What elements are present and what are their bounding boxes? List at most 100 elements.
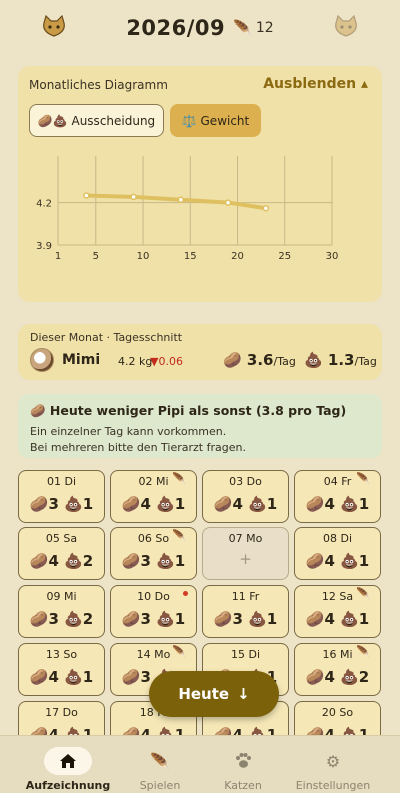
x-tick-label: 1 <box>55 251 61 262</box>
y-tick-label: 3.9 <box>36 241 52 252</box>
next-month-button[interactable] <box>330 12 362 44</box>
day-label: 15 Di <box>230 648 261 661</box>
day-cell[interactable]: 05 Sa 🥔4 💩2 <box>18 527 105 580</box>
pee-average-value: 3.6 <box>246 351 274 369</box>
day-counts: 🥔3 💩1 <box>213 610 278 628</box>
day-counts: 🥔3 💩2 <box>29 610 94 628</box>
day-counts: 🥔3 💩1 <box>29 495 94 513</box>
bottom-navigation: Aufzeichnung 🪶 Spielen Katzen ⚙ Einstell… <box>0 735 400 793</box>
day-label: 13 So <box>45 648 78 661</box>
nav-item-aufzeichnung[interactable]: Aufzeichnung <box>18 736 118 793</box>
day-cell[interactable]: 01 Di 🥔3 💩1 <box>18 470 105 523</box>
x-tick-label: 30 <box>326 251 339 262</box>
prev-month-button[interactable] <box>38 12 70 44</box>
nav-label: Katzen <box>224 779 262 792</box>
day-counts: 🥔4 💩2 <box>305 668 370 686</box>
day-cell[interactable]: 06 So 🪶 🥔3 💩1 <box>110 527 197 580</box>
gear-icon: ⚙ <box>325 751 341 771</box>
day-cell[interactable]: 11 Fr 🥔3 💩1 <box>202 585 289 638</box>
today-button[interactable]: Heute ↓ <box>149 671 279 717</box>
add-entry-icon: + <box>239 550 252 568</box>
monthly-summary-card: Dieser Monat · Tagesschnitt Mimi 4.2 kg … <box>18 324 382 380</box>
day-counts: 🥔4 💩1 <box>305 552 370 570</box>
x-tick-label: 10 <box>137 251 150 262</box>
nav-item-einstellungen[interactable]: ⚙ Einstellungen <box>283 736 383 793</box>
today-label: Heute <box>178 685 230 703</box>
day-counts: 🥔4 💩1 <box>29 668 94 686</box>
feather-icon: 🪶 <box>356 587 370 600</box>
cat-weight: 4.2 kg <box>118 355 153 368</box>
weight-series-line <box>84 193 268 211</box>
weight-delta: ▼0.06 <box>150 355 183 368</box>
pee-average-unit: /Tag <box>273 355 296 368</box>
nav-label: Aufzeichnung <box>25 779 111 792</box>
day-label: 20 So <box>321 706 354 719</box>
weight-data-point <box>83 192 90 199</box>
feather-icon: 🪶 <box>233 19 252 37</box>
weight-data-point <box>224 199 232 206</box>
day-cell[interactable]: 04 Fr 🪶 🥔4 💩1 <box>294 470 381 523</box>
x-tick-label: 5 <box>93 251 99 262</box>
tab-excretion[interactable]: 🥔💩 Ausscheidung <box>29 104 164 137</box>
day-cell[interactable]: 12 Sa 🪶 🥔4 💩1 <box>294 585 381 638</box>
poo-average-value: 1.3 <box>327 351 355 369</box>
day-label: 05 Sa <box>45 532 78 545</box>
day-cell[interactable]: 02 Mi 🪶 🥔4 💩1 <box>110 470 197 523</box>
day-counts: 🥔4 💩1 <box>213 495 278 513</box>
weight-line-chart: 4.64.23.9151015202530 <box>36 156 339 262</box>
day-label: 08 Di <box>322 532 353 545</box>
chart-card-title: Monatliches Diagramm <box>29 78 168 92</box>
feather-icon: 🪶 <box>172 529 186 542</box>
day-counts: 🥔4 💩2 <box>29 552 94 570</box>
tab-weight[interactable]: ⚖️ Gewicht <box>170 104 261 137</box>
monthly-chart-card: Monatliches Diagramm Ausblenden ▴ 🥔💩 Aus… <box>18 66 382 302</box>
day-label: 11 Fr <box>231 590 260 603</box>
feather-icon: 🪶 <box>150 751 170 771</box>
alert-title: 🥔 Heute weniger Pipi als sonst (3.8 pro … <box>30 403 347 418</box>
x-tick-label: 25 <box>278 251 291 262</box>
day-cell[interactable]: 07 Mo + <box>202 527 289 580</box>
health-alert-card: 🥔 Heute weniger Pipi als sonst (3.8 pro … <box>18 394 382 458</box>
cat-face-icon <box>41 14 67 42</box>
feather-icon: 🪶 <box>172 645 186 658</box>
day-label: 03 Do <box>229 475 262 488</box>
feather-icon: 🪶 <box>356 472 370 485</box>
y-tick-label: 4.2 <box>36 199 52 210</box>
cat-name: Mimi <box>62 352 101 368</box>
day-cell[interactable]: 08 Di 🥔4 💩1 <box>294 527 381 580</box>
note-dot <box>183 591 188 596</box>
nav-item-katzen[interactable]: Katzen <box>193 736 293 793</box>
day-label: 17 Do <box>45 706 78 719</box>
cat-avatar <box>30 348 54 372</box>
day-cell[interactable]: 10 Do 🥔3 💩1 <box>110 585 197 638</box>
day-cell[interactable]: 16 Mi 🪶 🥔4 💩2 <box>294 643 381 696</box>
month-title: 2026/09 <box>126 16 226 40</box>
nav-label: Einstellungen <box>295 779 371 792</box>
feather-icon: 🪶 <box>356 645 370 658</box>
alert-text: Ein einzelner Tag kann vorkommen. <box>30 425 227 438</box>
x-tick-label: 20 <box>231 251 244 262</box>
weight-data-point <box>130 193 137 201</box>
day-cell[interactable]: 13 So 🥔4 💩1 <box>18 643 105 696</box>
day-counts: 🥔4 💩1 <box>121 495 186 513</box>
day-label: 07 Mo <box>228 532 263 545</box>
poo-average-unit: /Tag <box>354 355 377 368</box>
feather-icon: 🪶 <box>172 472 186 485</box>
hide-chart-button[interactable]: Ausblenden ▴ <box>263 76 368 92</box>
cat-face-icon <box>333 14 359 42</box>
play-count: 12 <box>255 20 274 36</box>
pee-average: 🥔 3.6/Tag <box>223 351 296 369</box>
home-icon <box>44 747 92 775</box>
day-counts: 🥔4 💩1 <box>305 610 370 628</box>
x-tick-label: 15 <box>184 251 197 262</box>
summary-label: Dieser Monat · Tagesschnitt <box>30 331 183 344</box>
day-counts: 🥔4 💩1 <box>305 495 370 513</box>
day-label: 01 Di <box>46 475 77 488</box>
month-header: 2026/09 🪶 12 <box>0 0 400 56</box>
day-counts: 🥔3 💩1 <box>121 552 186 570</box>
day-cell[interactable]: 03 Do 🥔4 💩1 <box>202 470 289 523</box>
day-label: 09 Mi <box>46 590 77 603</box>
day-counts: 🥔3 💩1 <box>121 610 186 628</box>
day-cell[interactable]: 09 Mi 🥔3 💩2 <box>18 585 105 638</box>
weight-data-point <box>177 196 185 203</box>
